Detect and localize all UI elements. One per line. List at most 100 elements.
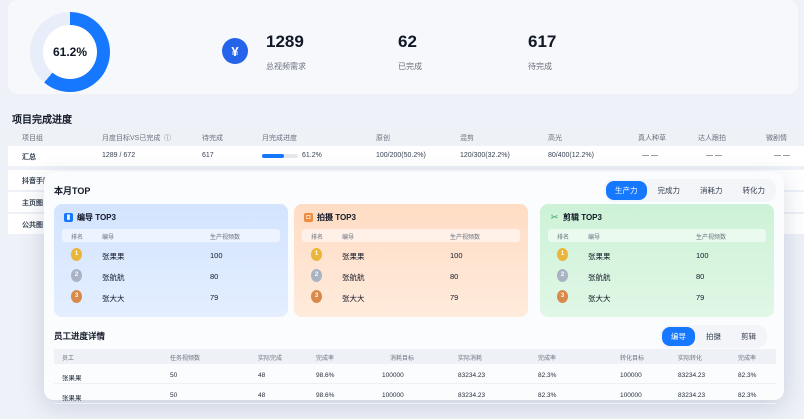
list-item: 1 张果果 100 bbox=[62, 245, 280, 265]
row-original: 100/200(50.2%) bbox=[376, 152, 426, 159]
rank-name: 张果果 bbox=[342, 252, 365, 261]
rank-name: 张大大 bbox=[588, 294, 611, 303]
col-consume-rate: 完成率 bbox=[538, 356, 557, 362]
cell: 100000 bbox=[382, 392, 404, 399]
tab-consumption[interactable]: 消耗力 bbox=[691, 181, 732, 200]
cell: 100000 bbox=[620, 372, 642, 379]
stat-done-label: 已完成 bbox=[398, 62, 422, 71]
col-name: 编导 bbox=[102, 235, 115, 241]
cell: 82.3% bbox=[538, 372, 557, 379]
col-highlight: 高光 bbox=[548, 135, 562, 142]
bronze-medal-icon: 3 bbox=[557, 290, 568, 303]
col-consume-target: 消耗目标 bbox=[390, 356, 415, 362]
list-item: 1 张果果 100 bbox=[302, 245, 520, 265]
col-count: 生产视频数 bbox=[696, 235, 727, 241]
cell: 82.3% bbox=[738, 372, 757, 379]
rank-value: 80 bbox=[696, 272, 705, 281]
cell: 50 bbox=[170, 392, 178, 399]
editing-top3-card: ✂ 剪辑 TOP3 排名 编导 生产视频数 1 张果果 100 2 张航航 80 3 张大大… bbox=[540, 204, 774, 317]
col-drama: 微剧情 bbox=[766, 135, 787, 142]
rank-name: 张大大 bbox=[342, 294, 365, 303]
rank-name: 张果果 bbox=[102, 252, 125, 261]
silver-medal-icon: 2 bbox=[71, 269, 82, 282]
completion-percent: 61.2% bbox=[52, 45, 88, 59]
rank-value: 79 bbox=[450, 293, 459, 302]
col-pending: 待完成 bbox=[202, 135, 223, 142]
col-rank: 排名 bbox=[71, 235, 84, 241]
col-convert-actual: 实际转化 bbox=[678, 356, 703, 362]
rank-value: 100 bbox=[450, 251, 463, 260]
col-target: 月度目标VS已完成 bbox=[102, 135, 161, 142]
monthly-top-title: 本月TOP bbox=[54, 186, 91, 196]
rank-name: 张航航 bbox=[342, 273, 365, 282]
gold-medal-icon: 1 bbox=[311, 248, 322, 261]
bookmark-icon: ▮ bbox=[64, 213, 73, 222]
cell: 82.3% bbox=[538, 392, 557, 399]
rank-name: 张果果 bbox=[588, 252, 611, 261]
tab-director[interactable]: 编导 bbox=[662, 327, 695, 346]
monthly-top-panel: 本月TOP 生产力 完成力 消耗力 转化力 ▮ 编导 TOP3 排名 编导 生产视… bbox=[44, 172, 784, 404]
cell: 83234.23 bbox=[678, 392, 706, 399]
rank-value: 79 bbox=[696, 293, 705, 302]
col-employee: 员工 bbox=[62, 356, 75, 362]
stat-done-value: 62 bbox=[398, 32, 417, 51]
col-convert-target: 转化目标 bbox=[620, 356, 645, 362]
list-item: 3 张大大 79 bbox=[548, 287, 766, 307]
money-bag-icon: ¥ bbox=[222, 38, 248, 64]
card-title: 剪辑 TOP3 bbox=[563, 213, 602, 222]
info-icon[interactable]: ⓘ bbox=[164, 133, 171, 143]
rank-value: 80 bbox=[450, 272, 459, 281]
row-real: — — bbox=[642, 152, 658, 159]
monthly-top-tabs: 生产力 完成力 消耗力 转化力 bbox=[604, 179, 776, 202]
row-target: 1289 / 672 bbox=[102, 152, 136, 159]
tab-productivity[interactable]: 生产力 bbox=[606, 181, 647, 200]
tab-editing[interactable]: 剪辑 bbox=[732, 327, 765, 346]
table-row[interactable]: 张果果 50 48 98.6% 100000 83234.23 82.3% 10… bbox=[54, 386, 776, 404]
bronze-medal-icon: 3 bbox=[311, 290, 322, 303]
stat-total-label: 总视频需求 bbox=[266, 62, 306, 71]
col-done: 实际完成 bbox=[258, 356, 283, 362]
card-title: 拍摄 TOP3 bbox=[317, 213, 356, 222]
col-influencer: 达人跟拍 bbox=[698, 135, 726, 142]
rank-value: 100 bbox=[696, 251, 709, 260]
list-item: 2 张航航 80 bbox=[548, 266, 766, 286]
col-progress: 月完成进度 bbox=[262, 135, 297, 142]
col-name: 编导 bbox=[588, 235, 601, 241]
card-header: 排名 编导 生产视频数 bbox=[302, 229, 520, 242]
col-mix: 混剪 bbox=[460, 135, 474, 142]
cell: 98.6% bbox=[316, 392, 335, 399]
tab-completion[interactable]: 完成力 bbox=[649, 181, 690, 200]
employee-title: 员工进度详情 bbox=[54, 331, 106, 341]
list-item: 2 张航航 80 bbox=[302, 266, 520, 286]
progress-bar-fill bbox=[262, 154, 285, 158]
rank-name: 张航航 bbox=[102, 273, 125, 282]
employee-tabs: 编导 拍摄 剪辑 bbox=[660, 325, 767, 348]
col-rank: 排名 bbox=[557, 235, 570, 241]
table-row[interactable]: 张果果 50 48 98.6% 100000 83234.23 82.3% 10… bbox=[54, 366, 776, 384]
employee-table-header: 员工 任务视频数 实际完成 完成率 消耗目标 实际消耗 完成率 转化目标 实际转… bbox=[54, 349, 776, 364]
col-rate: 完成率 bbox=[316, 356, 335, 362]
cell: 83234.23 bbox=[678, 372, 706, 379]
row-influencer: — — bbox=[706, 152, 722, 159]
card-title: 编导 TOP3 bbox=[77, 213, 116, 222]
cell: 48 bbox=[258, 392, 266, 399]
col-count: 生产视频数 bbox=[450, 235, 481, 241]
gold-medal-icon: 1 bbox=[557, 248, 568, 261]
rank-value: 79 bbox=[210, 293, 219, 302]
stat-pending-label: 待完成 bbox=[528, 62, 552, 71]
row-group: 主页图 bbox=[22, 200, 43, 207]
project-table-header: 项目组 月度目标VS已完成 ⓘ 待完成 月完成进度 原创 混剪 高光 真人种草 … bbox=[8, 128, 804, 146]
row-group: 公共图 bbox=[22, 222, 43, 229]
col-real: 真人种草 bbox=[638, 135, 666, 142]
cell: 48 bbox=[258, 372, 266, 379]
list-item: 1 张果果 100 bbox=[548, 245, 766, 265]
progress-bar bbox=[262, 154, 298, 158]
rank-value: 100 bbox=[210, 251, 223, 260]
cell: 82.3% bbox=[738, 392, 757, 399]
tab-shooting[interactable]: 拍摄 bbox=[697, 327, 730, 346]
tab-conversion[interactable]: 转化力 bbox=[734, 181, 775, 200]
row-pending: 617 bbox=[202, 152, 214, 159]
gold-medal-icon: 1 bbox=[71, 248, 82, 261]
shooting-top3-card: ◘ 拍摄 TOP3 排名 编导 生产视频数 1 张果果 100 2 张航航 80 3 张大大… bbox=[294, 204, 528, 317]
table-row[interactable]: 汇总 1289 / 672 617 61.2% 100/200(50.2%) 1… bbox=[8, 146, 804, 166]
